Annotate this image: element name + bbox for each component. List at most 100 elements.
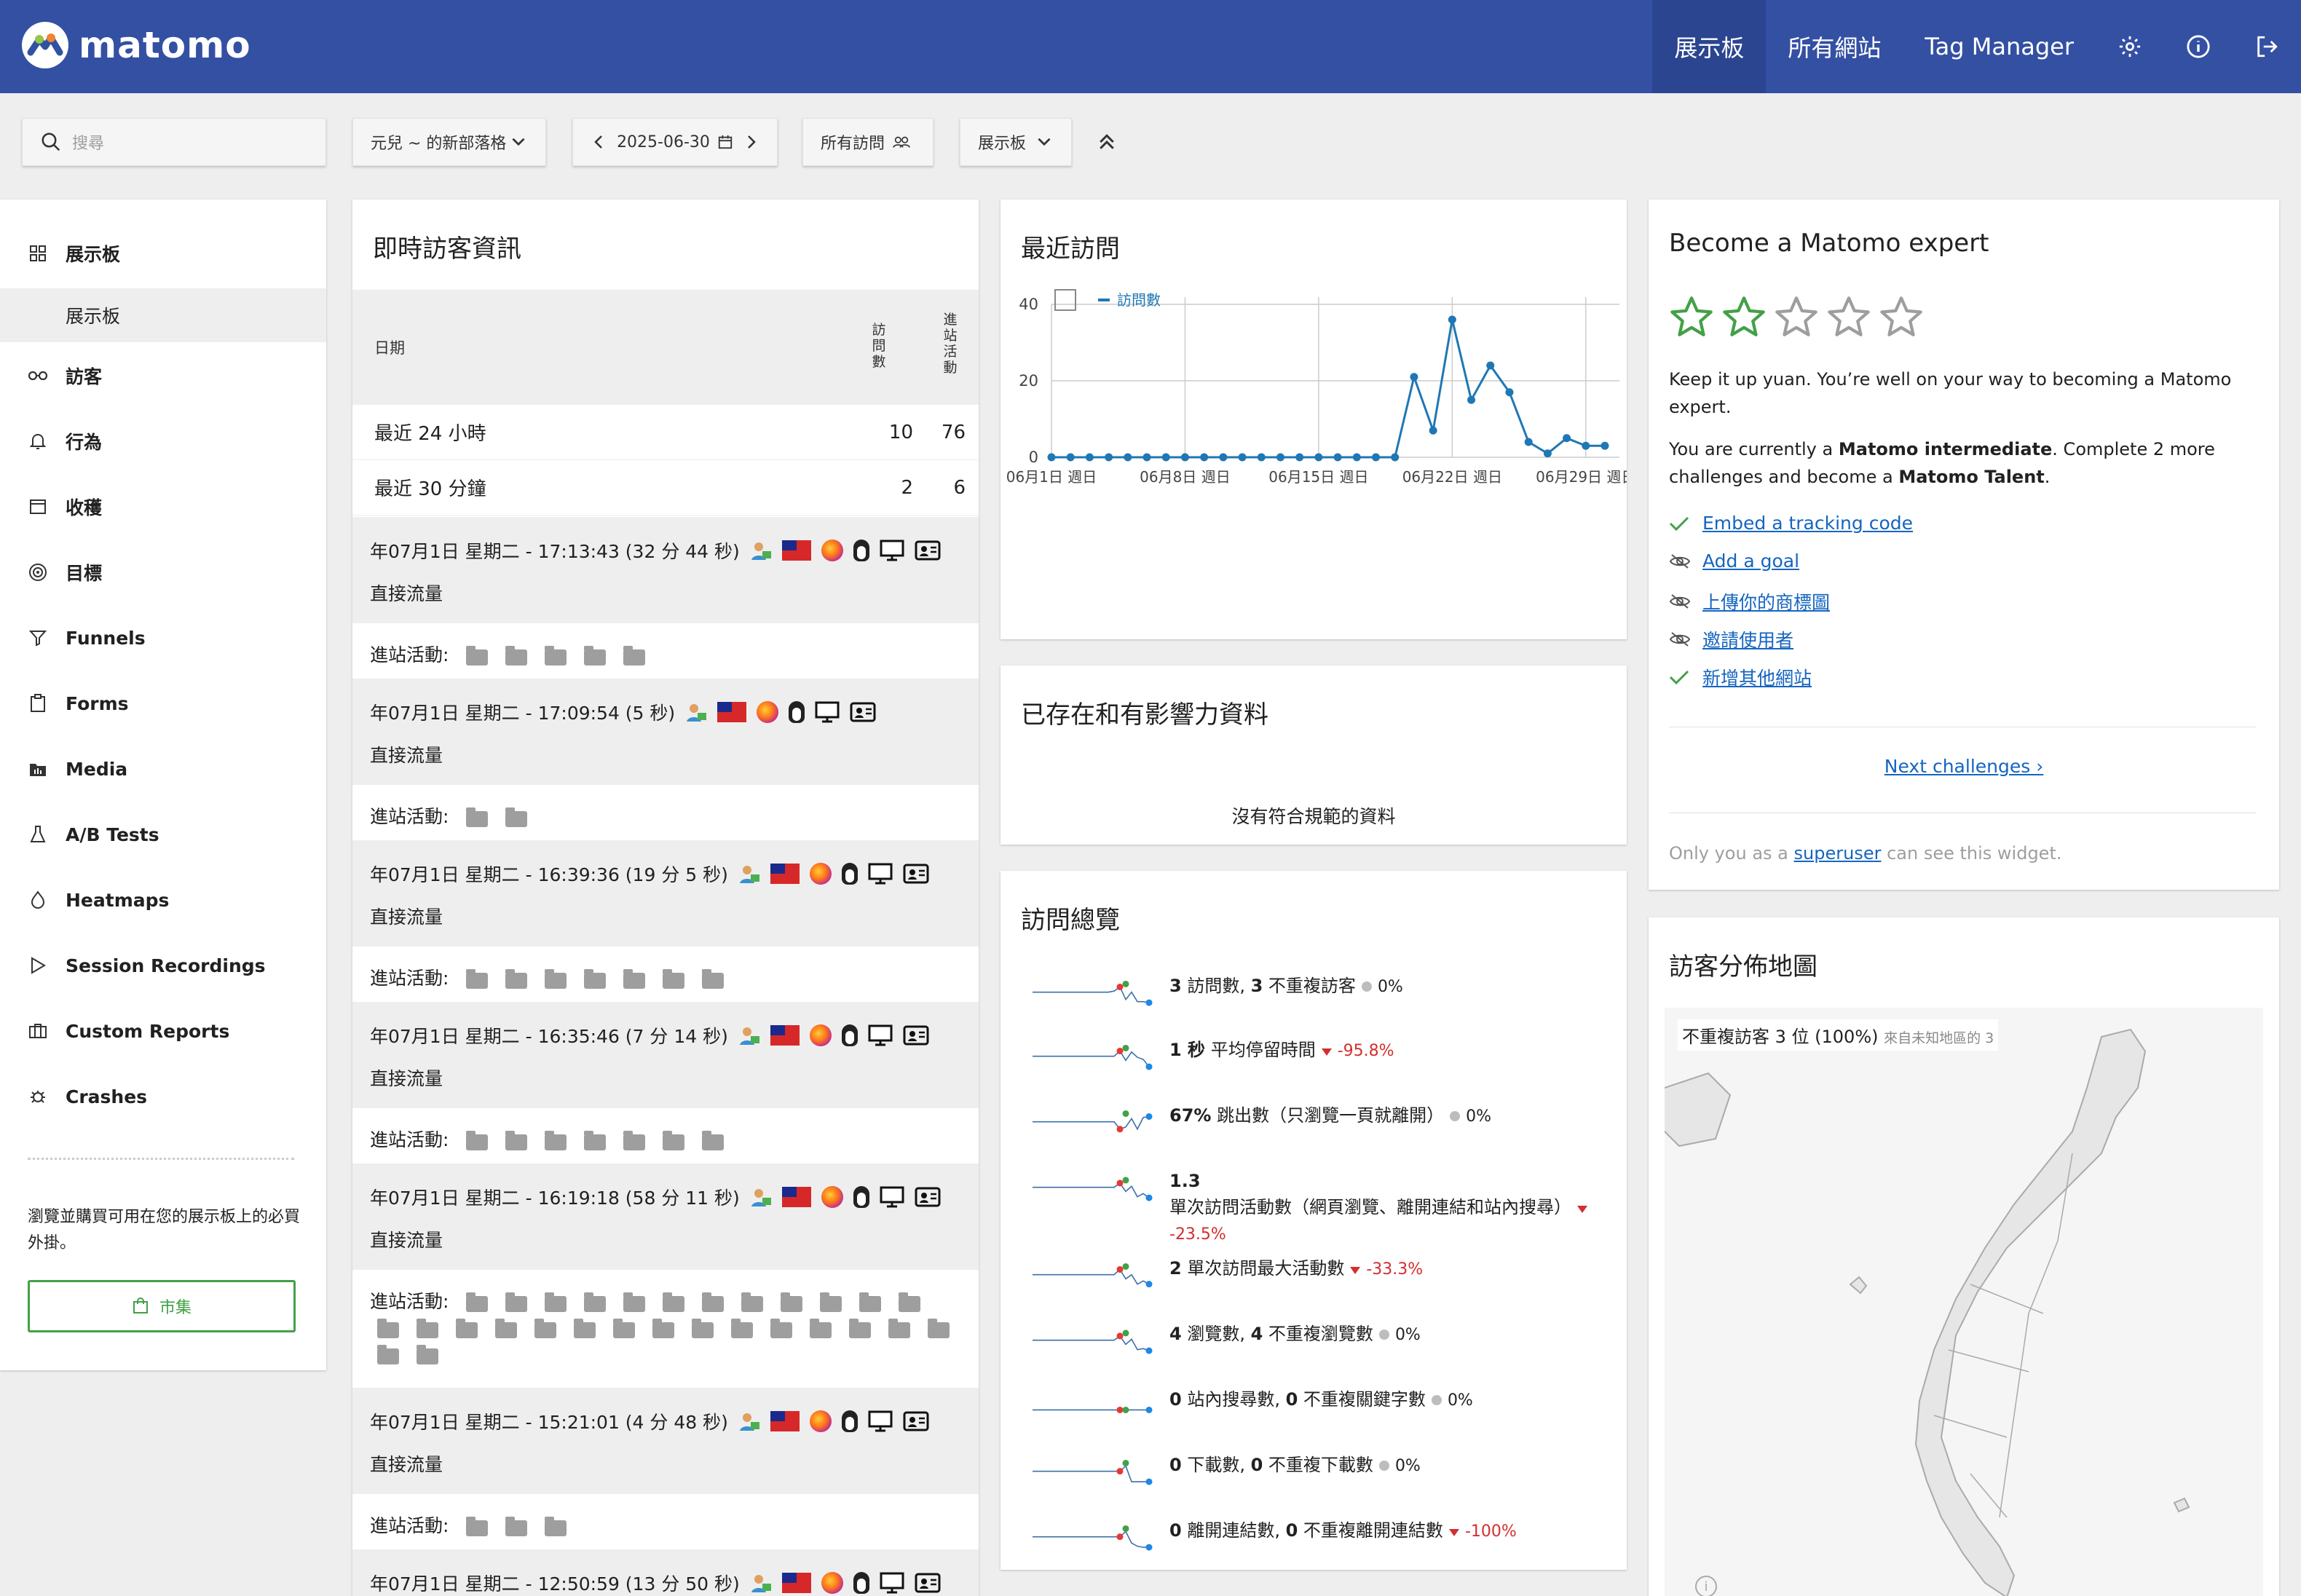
sparkline[interactable] <box>1027 1517 1158 1561</box>
sparkline[interactable] <box>1027 1386 1158 1430</box>
desktop-icon[interactable] <box>868 1410 893 1432</box>
challenge-link[interactable]: 邀請使用者 <box>1702 626 1793 652</box>
dashboard-selector[interactable]: 展示板 <box>960 118 1072 166</box>
taiwan-flag-icon[interactable] <box>770 1411 800 1431</box>
collapse-toolbar-icon[interactable] <box>1092 124 1121 160</box>
nav-tag-manager[interactable]: Tag Manager <box>1903 0 2096 93</box>
sidebar-item-media[interactable]: Media <box>0 740 326 798</box>
folder-icon[interactable] <box>495 1319 517 1338</box>
folder-icon[interactable] <box>702 1292 724 1312</box>
folder-icon[interactable] <box>505 1131 527 1150</box>
data-point[interactable] <box>1200 453 1209 462</box>
taiwan-flag-icon[interactable] <box>770 1025 800 1046</box>
visitor-profile-icon[interactable] <box>738 1024 760 1046</box>
data-point[interactable] <box>1105 453 1113 462</box>
data-point[interactable] <box>1410 373 1418 382</box>
sidebar-item-forms[interactable]: Forms <box>0 674 326 732</box>
sidebar-item-acquisition[interactable]: 收穫 <box>0 478 326 536</box>
challenge-link[interactable]: Embed a tracking code <box>1702 513 1913 534</box>
sparkline[interactable] <box>1027 1168 1158 1212</box>
segment-selector[interactable]: 所有訪問 <box>802 118 934 166</box>
folder-icon[interactable] <box>534 1319 556 1338</box>
nav-all-websites[interactable]: 所有網站 <box>1766 0 1903 93</box>
folder-icon[interactable] <box>613 1319 635 1338</box>
data-point[interactable] <box>1276 453 1284 462</box>
firefox-icon[interactable] <box>821 1186 843 1208</box>
folder-icon[interactable] <box>505 807 527 827</box>
folder-icon[interactable] <box>505 1292 527 1312</box>
desktop-icon[interactable] <box>880 540 904 561</box>
folder-icon[interactable] <box>545 1517 567 1536</box>
date-selector[interactable]: 2025-06-30 <box>572 118 778 166</box>
folder-icon[interactable] <box>584 646 606 665</box>
folder-icon[interactable] <box>505 646 527 665</box>
linux-icon[interactable] <box>789 701 805 723</box>
folder-icon[interactable] <box>770 1319 792 1338</box>
folder-icon[interactable] <box>623 969 645 989</box>
site-selector[interactable]: 元兒 ~ 的新部落格 <box>352 118 546 166</box>
chevron-right-icon[interactable] <box>742 132 759 152</box>
folder-icon[interactable] <box>899 1292 920 1312</box>
desktop-icon[interactable] <box>880 1186 904 1208</box>
visit-header[interactable]: 年07月1日 星期二 - 16:35:46 (7 分 14 秒) 直接流量 <box>352 1002 979 1108</box>
visitor-profile-icon[interactable] <box>685 701 707 723</box>
data-point[interactable] <box>1161 453 1170 462</box>
folder-icon[interactable] <box>623 646 645 665</box>
data-point[interactable] <box>1295 453 1304 462</box>
folder-icon[interactable] <box>849 1319 871 1338</box>
challenge-link[interactable]: 新增其他網站 <box>1702 664 1812 690</box>
sidebar-item-goals[interactable]: 目標 <box>0 543 326 601</box>
folder-icon[interactable] <box>466 1292 488 1312</box>
info-icon[interactable] <box>2164 0 2233 93</box>
search-input[interactable]: 搜尋 <box>22 118 326 166</box>
sparkline[interactable] <box>1027 1037 1158 1081</box>
data-point[interactable] <box>1543 449 1552 458</box>
data-point[interactable] <box>1582 441 1590 450</box>
folder-icon[interactable] <box>417 1319 438 1338</box>
linux-icon[interactable] <box>853 1572 869 1594</box>
linux-icon[interactable] <box>841 1410 858 1432</box>
chevron-left-icon[interactable] <box>591 132 608 152</box>
data-point[interactable] <box>1448 315 1456 324</box>
folder-icon[interactable] <box>505 1517 527 1536</box>
folder-icon[interactable] <box>810 1319 832 1338</box>
folder-icon[interactable] <box>859 1292 881 1312</box>
folder-icon[interactable] <box>545 969 567 989</box>
visitor-profile-icon[interactable] <box>750 1572 772 1594</box>
sidebar-item-crashes[interactable]: Crashes <box>0 1067 326 1126</box>
folder-icon[interactable] <box>623 1292 645 1312</box>
folder-icon[interactable] <box>466 807 488 827</box>
folder-icon[interactable] <box>692 1319 714 1338</box>
folder-icon[interactable] <box>702 969 724 989</box>
info-icon[interactable]: i <box>1695 1576 1717 1596</box>
folder-icon[interactable] <box>545 1131 567 1150</box>
data-point[interactable] <box>1333 453 1342 462</box>
desktop-icon[interactable] <box>815 701 840 723</box>
firefox-icon[interactable] <box>821 540 843 561</box>
folder-icon[interactable] <box>377 1319 399 1338</box>
sidebar-item-session-recordings[interactable]: Session Recordings <box>0 936 326 995</box>
matomo-logo[interactable]: matomo <box>22 22 251 68</box>
data-point[interactable] <box>1314 453 1323 462</box>
sparkline[interactable] <box>1027 1102 1158 1146</box>
sidebar-item-visitors[interactable]: 訪客 <box>0 347 326 405</box>
sidebar-item-behaviour[interactable]: 行為 <box>0 412 326 470</box>
sidebar-item-ab-tests[interactable]: A/B Tests <box>0 805 326 864</box>
linux-icon[interactable] <box>853 540 869 561</box>
firefox-icon[interactable] <box>809 1410 832 1432</box>
visitor-card-icon[interactable] <box>915 1187 941 1207</box>
logout-icon[interactable] <box>2233 0 2301 93</box>
visitor-card-icon[interactable] <box>903 1025 929 1046</box>
sidebar-item-custom-reports[interactable]: Custom Reports <box>0 1002 326 1060</box>
visitor-profile-icon[interactable] <box>738 863 760 885</box>
folder-icon[interactable] <box>466 1131 488 1150</box>
folder-icon[interactable] <box>584 1131 606 1150</box>
data-point[interactable] <box>1257 453 1266 462</box>
folder-icon[interactable] <box>652 1319 674 1338</box>
folder-icon[interactable] <box>417 1345 438 1364</box>
data-point[interactable] <box>1467 395 1476 404</box>
data-point[interactable] <box>1047 453 1056 462</box>
folder-icon[interactable] <box>584 969 606 989</box>
visitor-profile-icon[interactable] <box>750 540 772 561</box>
folder-icon[interactable] <box>820 1292 842 1312</box>
